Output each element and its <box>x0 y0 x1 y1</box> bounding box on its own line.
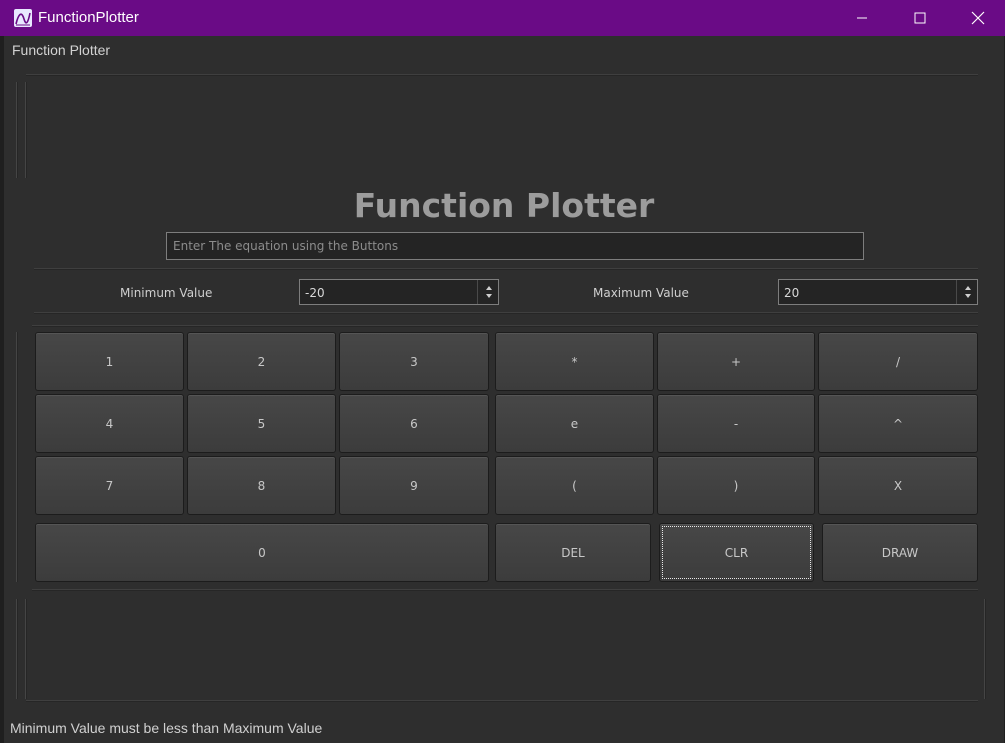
key-3-button[interactable]: 3 <box>339 332 489 391</box>
maximize-button[interactable] <box>891 0 949 36</box>
divider <box>32 589 978 591</box>
menu-title: Function Plotter <box>12 42 111 58</box>
max-spin-arrows[interactable] <box>956 280 977 304</box>
right-paren-button[interactable]: ) <box>657 456 815 515</box>
divider <box>16 599 18 699</box>
min-value: -20 <box>305 286 325 300</box>
equation-input[interactable]: Enter The equation using the Buttons <box>166 232 864 260</box>
key-7-button[interactable]: 7 <box>35 456 184 515</box>
delete-button[interactable]: DEL <box>495 523 651 582</box>
subtract-button[interactable]: - <box>657 394 815 453</box>
divider <box>26 74 978 76</box>
divider <box>16 332 18 582</box>
divider <box>34 312 978 314</box>
max-value-label: Maximum Value <box>593 286 689 300</box>
status-message: Minimum Value must be less than Maximum … <box>10 720 323 736</box>
close-icon <box>971 11 985 25</box>
divide-button[interactable]: / <box>818 332 978 391</box>
variable-x-button[interactable]: X <box>818 456 978 515</box>
min-value-spinbox[interactable]: -20 <box>299 279 499 305</box>
min-value-label: Minimum Value <box>120 286 213 300</box>
spin-up-icon[interactable] <box>486 286 492 290</box>
window-title: FunctionPlotter <box>38 9 139 26</box>
euler-button[interactable]: e <box>495 394 654 453</box>
key-0-button[interactable]: 0 <box>35 523 489 582</box>
divider <box>32 325 978 327</box>
divider <box>25 82 27 178</box>
key-8-button[interactable]: 8 <box>187 456 336 515</box>
close-button[interactable] <box>949 0 1005 36</box>
key-6-button[interactable]: 6 <box>339 394 489 453</box>
maximize-icon <box>914 12 926 24</box>
main-window: Function Plotter Function Plotter Enter … <box>4 36 1004 743</box>
left-paren-button[interactable]: ( <box>495 456 654 515</box>
key-4-button[interactable]: 4 <box>35 394 184 453</box>
min-spin-arrows[interactable] <box>477 280 498 304</box>
max-value-spinbox[interactable]: 20 <box>778 279 978 305</box>
divider <box>16 82 18 178</box>
minimize-icon <box>857 17 867 19</box>
divider <box>25 599 27 699</box>
power-button[interactable]: ^ <box>818 394 978 453</box>
max-value: 20 <box>784 286 800 300</box>
spin-down-icon[interactable] <box>486 294 492 298</box>
divider <box>26 700 978 702</box>
key-9-button[interactable]: 9 <box>339 456 489 515</box>
app-icon <box>14 9 32 27</box>
draw-button[interactable]: DRAW <box>822 523 978 582</box>
title-bar: FunctionPlotter <box>0 0 1005 36</box>
key-5-button[interactable]: 5 <box>187 394 336 453</box>
divider <box>34 268 978 270</box>
spin-up-icon[interactable] <box>965 286 971 290</box>
spin-down-icon[interactable] <box>965 294 971 298</box>
page-title: Function Plotter <box>353 186 655 225</box>
divider <box>984 599 986 699</box>
multiply-button[interactable]: * <box>495 332 654 391</box>
key-1-button[interactable]: 1 <box>35 332 184 391</box>
clear-button[interactable]: CLR <box>659 523 814 582</box>
minimize-button[interactable] <box>833 0 891 36</box>
add-button[interactable]: + <box>657 332 815 391</box>
key-2-button[interactable]: 2 <box>187 332 336 391</box>
